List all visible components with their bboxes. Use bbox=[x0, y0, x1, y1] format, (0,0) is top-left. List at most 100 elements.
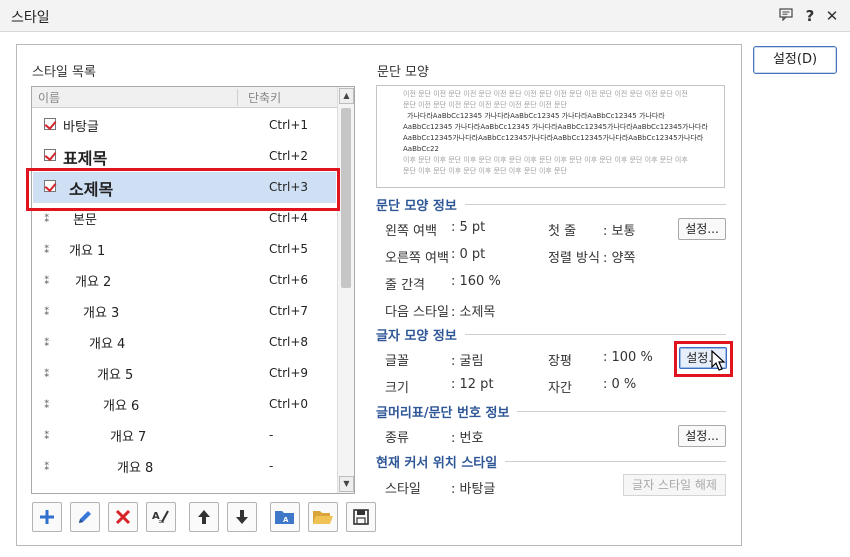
line-spacing-value: : 160 % bbox=[451, 274, 501, 289]
edit-style-button[interactable] bbox=[70, 502, 100, 532]
scroll-up-icon[interactable]: ▲ bbox=[339, 88, 354, 104]
char-style-icon bbox=[44, 149, 56, 161]
settings-d-button[interactable]: 설정(D) bbox=[753, 46, 837, 74]
style-shortcut: Ctrl+5 bbox=[269, 242, 309, 256]
style-list-item[interactable]: ⁑ 개요 6 Ctrl+0 bbox=[33, 389, 336, 420]
replace-style-button[interactable]: A = bbox=[146, 502, 176, 532]
next-style-label: 다음 스타일 bbox=[385, 305, 449, 320]
preview-line: AaBbCc22 bbox=[403, 145, 439, 153]
open-file-button[interactable] bbox=[308, 502, 338, 532]
spacing-label: 자간 bbox=[548, 381, 572, 396]
plus-icon bbox=[40, 510, 54, 524]
para-style-icon: ⁑ bbox=[44, 398, 50, 411]
help-icon[interactable]: ? bbox=[800, 6, 820, 26]
bullet-info-section: 글머리표/문단 번호 정보 bbox=[376, 402, 726, 421]
style-name: 바탕글 bbox=[63, 120, 99, 135]
paragraph-preview: 이전 문단 이전 문단 이전 문단 이전 문단 이전 문단 이전 문단 이전 문… bbox=[376, 85, 725, 188]
cursor-style-section: 현재 커서 위치 스타일 bbox=[376, 452, 726, 471]
style-name: 개요 3 bbox=[83, 306, 120, 321]
first-line-value: : 보통 bbox=[603, 224, 636, 239]
para-style-icon: ⁑ bbox=[44, 243, 50, 256]
title-bar: 스타일 ? ✕ bbox=[0, 0, 850, 32]
ratio-value: : 100 % bbox=[603, 350, 653, 365]
style-list-item[interactable]: ⁑ 개요 1 Ctrl+5 bbox=[33, 234, 336, 265]
arrow-up-icon bbox=[198, 510, 210, 524]
delete-style-button[interactable] bbox=[108, 502, 138, 532]
para-style-icon: ⁑ bbox=[44, 274, 50, 287]
style-list-label: 스타일 목록 bbox=[32, 65, 96, 80]
style-list-item[interactable]: ⁑ 개요 5 Ctrl+9 bbox=[33, 358, 336, 389]
size-label: 크기 bbox=[385, 381, 409, 396]
style-name: 개요 5 bbox=[97, 368, 134, 383]
style-shortcut: - bbox=[269, 428, 274, 442]
bullet-settings-button[interactable]: 설정... bbox=[678, 425, 726, 447]
style-shortcut: Ctrl+2 bbox=[269, 149, 309, 163]
para-style-icon: ⁑ bbox=[44, 367, 50, 380]
save-icon bbox=[353, 509, 369, 525]
preview-line: 문단 이전 문단 이전 문단 이전 문단 이전 문단 이전 문단 bbox=[403, 101, 567, 109]
style-list-item[interactable]: 바탕글 Ctrl+1 bbox=[33, 110, 336, 141]
col-key-header[interactable]: 단축키 bbox=[237, 89, 332, 106]
para-style-icon: ⁑ bbox=[44, 460, 50, 473]
style-list-item[interactable]: ⁑ 개요 8 - bbox=[33, 451, 336, 482]
style-shortcut: Ctrl+1 bbox=[269, 118, 309, 132]
align-value: : 양쪽 bbox=[603, 251, 636, 266]
right-margin-label: 오른쪽 여백 bbox=[385, 251, 449, 266]
font-value: : 굴림 bbox=[451, 354, 484, 369]
list-header: 이름 단축키 bbox=[32, 87, 337, 108]
style-list-item[interactable]: ⁑ 개요 4 Ctrl+8 bbox=[33, 327, 336, 358]
scroll-thumb[interactable] bbox=[341, 108, 351, 288]
svg-text:A: A bbox=[283, 516, 289, 524]
close-icon[interactable]: ✕ bbox=[822, 6, 842, 26]
left-margin-label: 왼쪽 여백 bbox=[385, 224, 437, 239]
selection-highlight-frame bbox=[26, 168, 340, 211]
para-info-title: 문단 모양 정보 bbox=[376, 195, 465, 214]
add-style-button[interactable] bbox=[32, 502, 62, 532]
style-shortcut: Ctrl+0 bbox=[269, 397, 309, 411]
style-name: 개요 2 bbox=[75, 275, 112, 290]
col-name-header[interactable]: 이름 bbox=[38, 89, 60, 106]
cursor-style-value: : 바탕글 bbox=[451, 482, 496, 497]
kind-value: : 번호 bbox=[451, 431, 484, 446]
align-label: 정렬 방식 bbox=[548, 251, 600, 266]
spacing-value: : 0 % bbox=[603, 377, 637, 392]
style-name: 본문 bbox=[73, 213, 97, 228]
mouse-cursor-icon bbox=[711, 350, 726, 371]
style-shortcut: Ctrl+4 bbox=[269, 211, 309, 225]
font-label: 글꼴 bbox=[385, 354, 409, 369]
pencil-icon bbox=[79, 511, 91, 523]
style-name: 개요 8 bbox=[117, 461, 154, 476]
release-char-style-button[interactable]: 글자 스타일 해제 bbox=[623, 474, 726, 496]
save-style-button[interactable] bbox=[346, 502, 376, 532]
style-list-item[interactable]: ⁑ 개요 3 Ctrl+7 bbox=[33, 296, 336, 327]
move-up-button[interactable] bbox=[189, 502, 219, 532]
import-style-button[interactable]: A bbox=[270, 502, 300, 532]
char-info-title: 글자 모양 정보 bbox=[376, 325, 465, 344]
scroll-down-icon[interactable]: ▼ bbox=[339, 476, 354, 492]
ratio-label: 장평 bbox=[548, 354, 572, 369]
style-shortcut: Ctrl+8 bbox=[269, 335, 309, 349]
style-name: 개요 7 bbox=[110, 430, 147, 445]
preview-line: 문단 이후 문단 이후 문단 이후 문단 이후 문단 이후 문단 bbox=[403, 167, 567, 175]
style-replace-icon: A= bbox=[152, 510, 169, 526]
para-style-icon: ⁑ bbox=[44, 336, 50, 349]
para-style-icon: ⁑ bbox=[44, 429, 50, 442]
char-style-icon bbox=[44, 118, 56, 130]
style-shortcut: Ctrl+9 bbox=[269, 366, 309, 380]
preview-line: 이후 문단 이후 문단 이후 문단 이후 문단 이후 문단 이후 문단 이후 문… bbox=[403, 156, 688, 164]
arrow-down-icon bbox=[236, 510, 248, 524]
preview-line: 가나다라AaBbCc12345 가나다라AaBbCc12345 가나다라AaBb… bbox=[407, 112, 665, 120]
style-shortcut: - bbox=[269, 459, 274, 473]
style-list[interactable]: 이름 단축키 바탕글 Ctrl+1 표제목 Ctrl+2 소제목 Ctrl+3 ⁑ 본문 Ctr… bbox=[31, 86, 355, 494]
list-scrollbar[interactable]: ▲ ▼ bbox=[337, 87, 354, 493]
para-settings-button[interactable]: 설정... bbox=[678, 218, 726, 240]
preview-line: AaBbCc12345 가나다라AaBbCc12345 가나다라AaBbCc12… bbox=[403, 123, 708, 131]
para-style-icon: ⁑ bbox=[44, 212, 50, 225]
chat-icon[interactable] bbox=[776, 6, 796, 26]
size-value: : 12 pt bbox=[451, 377, 494, 392]
kind-label: 종류 bbox=[385, 431, 409, 446]
move-down-button[interactable] bbox=[227, 502, 257, 532]
style-list-item[interactable]: ⁑ 개요 7 - bbox=[33, 420, 336, 451]
cursor-style-title: 현재 커서 위치 스타일 bbox=[376, 452, 506, 471]
style-list-item[interactable]: ⁑ 개요 2 Ctrl+6 bbox=[33, 265, 336, 296]
